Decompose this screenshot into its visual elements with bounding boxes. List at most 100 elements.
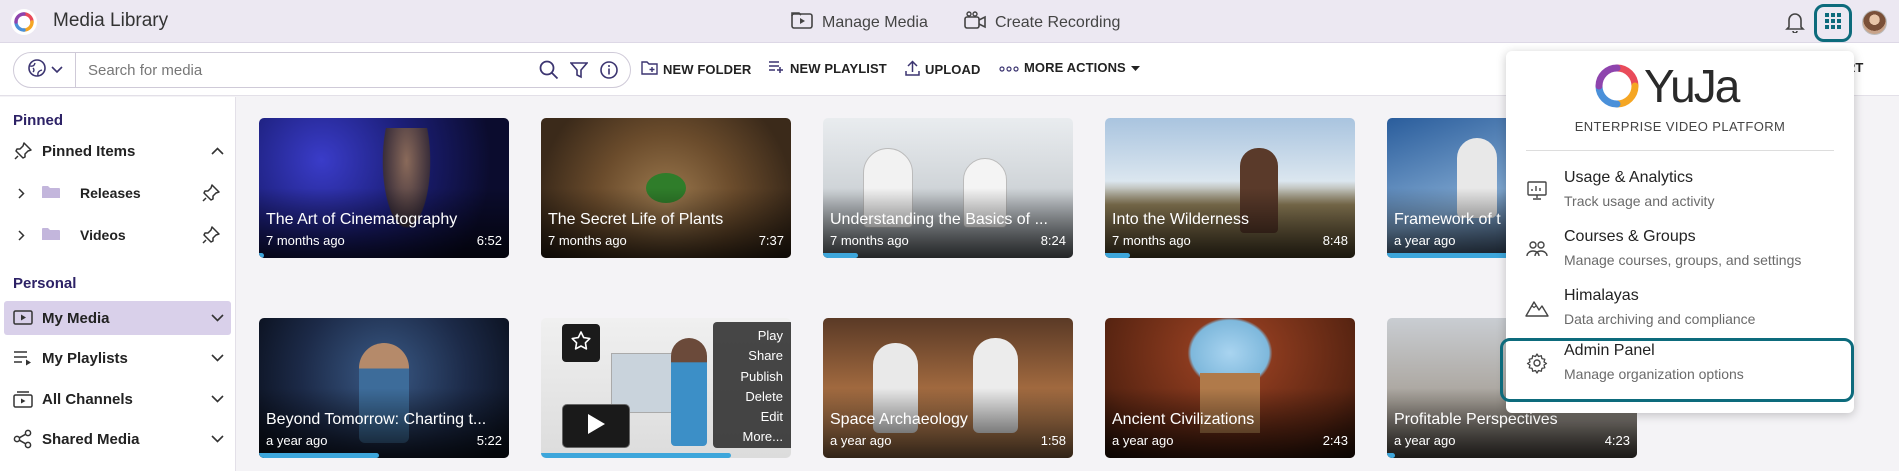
thumbnail-presenter xyxy=(671,338,707,446)
progress-bar xyxy=(1105,253,1130,258)
grid-icon xyxy=(1825,12,1841,34)
chevron-down-icon[interactable] xyxy=(203,354,231,362)
media-card[interactable]: The Secret Life of Plants 7 months ago 7… xyxy=(541,118,791,258)
more-actions-dropdown[interactable]: MORE ACTIONS xyxy=(999,60,1140,75)
pin-icon xyxy=(8,141,38,161)
new-folder-button[interactable]: NEW FOLDER xyxy=(641,60,751,78)
sidebar-item-my-playlists[interactable]: My Playlists xyxy=(4,341,231,375)
search-icon[interactable] xyxy=(534,55,564,85)
card-duration: 1:58 xyxy=(1040,433,1066,448)
media-card[interactable]: Ancient Civilizations a year ago 2:43 xyxy=(1105,318,1355,458)
menu-item-share[interactable]: Share xyxy=(713,346,783,366)
card-duration: 2:43 xyxy=(1322,433,1348,448)
upload-icon xyxy=(905,60,920,79)
top-bar: Media Library Manage Media Create Record… xyxy=(0,0,1899,43)
app-switcher-button[interactable] xyxy=(1814,4,1852,42)
sidebar-item-all-channels[interactable]: All Channels xyxy=(4,382,231,416)
manage-media-label: Manage Media xyxy=(822,13,928,31)
folder-icon xyxy=(42,185,62,202)
chevron-right-icon[interactable] xyxy=(14,187,28,199)
menu-item-delete[interactable]: Delete xyxy=(713,387,783,407)
card-date: a year ago xyxy=(830,433,892,448)
manage-media-link[interactable]: Manage Media xyxy=(791,11,928,34)
chevron-up-icon[interactable] xyxy=(203,147,231,155)
card-duration: 8:48 xyxy=(1322,233,1348,248)
create-recording-label: Create Recording xyxy=(995,13,1121,31)
progress-bar xyxy=(823,253,858,258)
group-icon xyxy=(1524,236,1550,262)
notification-bell-icon[interactable] xyxy=(1781,8,1809,36)
sidebar-item-label: Shared Media xyxy=(42,430,140,448)
playlist-icon xyxy=(768,60,785,77)
chevron-down-icon[interactable] xyxy=(203,314,231,322)
menu-item-description: Manage organization options xyxy=(1564,366,1744,382)
upload-label: UPLOAD xyxy=(925,62,981,77)
menu-item-play[interactable]: Play xyxy=(713,326,783,346)
gear-icon xyxy=(1524,350,1550,376)
favorite-star-button[interactable] xyxy=(562,324,600,362)
sidebar-item-shared-media[interactable]: Shared Media xyxy=(4,422,231,456)
pin-icon[interactable] xyxy=(191,183,231,203)
media-card[interactable]: Into the Wilderness 7 months ago 8:48 xyxy=(1105,118,1355,258)
user-avatar[interactable] xyxy=(1862,10,1887,35)
globe-icon xyxy=(27,58,47,83)
yuja-brand-logo: YuJa xyxy=(1594,63,1774,109)
filter-icon[interactable] xyxy=(564,55,594,85)
card-duration: 6:52 xyxy=(476,233,502,248)
more-actions-label: MORE ACTIONS xyxy=(1024,60,1126,75)
card-title: Profitable Perspectives xyxy=(1394,411,1558,428)
share-icon xyxy=(8,429,38,449)
search-scope-dropdown[interactable] xyxy=(14,53,76,87)
card-date: 7 months ago xyxy=(1112,233,1191,248)
card-date: 7 months ago xyxy=(266,233,345,248)
yuja-swirl-icon xyxy=(1595,64,1639,108)
new-playlist-button[interactable]: NEW PLAYLIST xyxy=(768,60,887,77)
new-folder-icon xyxy=(641,60,658,78)
sidebar-item-my-media[interactable]: My Media xyxy=(4,301,231,335)
pinned-heading: Pinned xyxy=(13,112,64,129)
progress-bar xyxy=(1387,453,1395,458)
card-date: a year ago xyxy=(1394,433,1456,448)
media-card[interactable]: Space Archaeology a year ago 1:58 xyxy=(823,318,1073,458)
chevron-down-icon[interactable] xyxy=(203,435,231,443)
menu-item-himalayas[interactable]: Himalayas Data archiving and compliance xyxy=(1506,283,1854,339)
card-duration: 8:24 xyxy=(1040,233,1066,248)
menu-item-publish[interactable]: Publish xyxy=(713,367,783,387)
pin-icon[interactable] xyxy=(191,225,231,245)
play-button[interactable] xyxy=(562,404,630,448)
media-card[interactable]: The Art of Cinematography 7 months ago 6… xyxy=(259,118,509,258)
video-folder-icon xyxy=(791,11,813,34)
card-title: Into the Wilderness xyxy=(1112,211,1249,228)
create-recording-link[interactable]: Create Recording xyxy=(964,11,1120,34)
menu-item-title: Courses & Groups xyxy=(1564,228,1696,245)
chevron-down-icon[interactable] xyxy=(203,395,231,403)
menu-item-usage-analytics[interactable]: Usage & Analytics Track usage and activi… xyxy=(1506,165,1854,221)
yuja-logo-icon[interactable] xyxy=(11,9,37,35)
card-date: a year ago xyxy=(1394,233,1456,248)
menu-item-courses-groups[interactable]: Courses & Groups Manage courses, groups,… xyxy=(1506,224,1854,280)
menu-item-title: Admin Panel xyxy=(1564,342,1655,359)
pinned-folder-videos[interactable]: Videos xyxy=(14,218,231,252)
search-input[interactable] xyxy=(76,61,534,79)
media-card[interactable]: Beyond Tomorrow: Charting t... a year ag… xyxy=(259,318,509,458)
menu-item-admin-panel[interactable]: Admin Panel Manage organization options xyxy=(1500,338,1854,402)
sidebar-item-pinned-items[interactable]: Pinned Items xyxy=(4,134,231,168)
info-icon[interactable] xyxy=(594,55,624,85)
card-date: 7 months ago xyxy=(830,233,909,248)
card-title: The Art of Cinematography xyxy=(266,211,458,228)
media-card[interactable]: Understanding the Basics of ... 7 months… xyxy=(823,118,1073,258)
app-title: Media Library xyxy=(53,10,169,31)
channels-icon xyxy=(8,390,38,408)
menu-item-more[interactable]: More... xyxy=(713,427,783,447)
mountain-icon xyxy=(1524,295,1550,321)
chevron-right-icon[interactable] xyxy=(14,229,28,241)
progress-bar xyxy=(541,453,731,458)
pinned-folder-releases[interactable]: Releases xyxy=(14,176,231,210)
menu-item-edit[interactable]: Edit xyxy=(713,407,783,427)
media-card-hovered[interactable]: Play Share Publish Delete Edit More... xyxy=(541,318,791,458)
new-playlist-label: NEW PLAYLIST xyxy=(790,61,887,76)
search-bar xyxy=(13,52,631,88)
progress-bar xyxy=(259,453,379,458)
card-date: 7 months ago xyxy=(548,233,627,248)
upload-button[interactable]: UPLOAD xyxy=(905,60,981,79)
